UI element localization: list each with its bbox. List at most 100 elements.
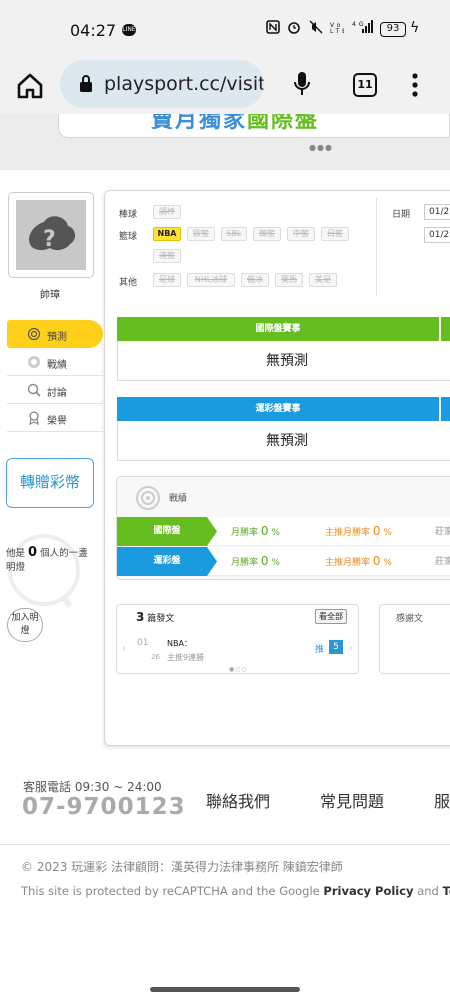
post-date-month: 01 xyxy=(137,638,149,648)
chip-nba[interactable]: NBA xyxy=(153,227,181,241)
faq-link[interactable]: 常見問題 xyxy=(320,788,384,812)
main-monthly-win-rate-intl: 主推月勝率 0 % xyxy=(325,524,392,538)
promo-banner[interactable]: 賣月獨家國際盤 xyxy=(58,114,450,138)
record-icon xyxy=(28,356,40,368)
chip-basketball-4[interactable]: 中籃 xyxy=(287,227,315,241)
sidebar-item-label: 預測 xyxy=(47,332,67,343)
status-icons: VoLTE 4G xyxy=(266,20,374,38)
record-box: 戰績 國際盤 月勝率 0 % 主推月勝率 0 % 莊家 運彩盤 月勝率 0 % … xyxy=(116,476,450,580)
posts-header: 3 篇發文 xyxy=(136,610,175,624)
filter-divider xyxy=(376,198,377,296)
service-phone-number[interactable]: 07-9700123 xyxy=(22,794,186,820)
home-icon[interactable] xyxy=(14,70,46,102)
sidebar-item-honors[interactable]: 榮譽 xyxy=(7,404,103,432)
target-icon xyxy=(27,327,41,341)
terms-link[interactable]: Te xyxy=(443,884,450,898)
push-label: 推 xyxy=(315,645,325,655)
overflow-menu-icon[interactable] xyxy=(411,72,419,98)
next-arrow-icon[interactable]: › xyxy=(349,643,353,654)
date-input-end[interactable]: 01/2 xyxy=(424,227,450,243)
banker-intl: 莊家 xyxy=(435,527,450,537)
league-filters: 棒球 讀棒 籃球 NBA 歐籃 SBL 韓籃 中籃 日籃 澳籃 其他 足球 NH… xyxy=(104,190,374,298)
post-title[interactable]: NBA： xyxy=(167,638,192,649)
follower-count: 0 xyxy=(28,545,38,560)
username: 帥璋 xyxy=(40,290,60,301)
chip-other-3[interactable]: 賽馬 xyxy=(275,273,303,287)
posts-box: 3 篇發文 看全部 ‹ 01 26 NBA： 主推9連勝 推 5 › ●○○ xyxy=(116,604,359,674)
banker-lottery: 莊家 xyxy=(435,557,450,567)
sidebar-item-record[interactable]: 戰績 xyxy=(7,348,103,376)
record-tag-lottery: 運彩盤 xyxy=(117,547,217,576)
svg-text:LTE: LTE xyxy=(330,28,344,34)
volte-icon: VoLTE xyxy=(330,22,346,35)
signal-icon: 4G xyxy=(352,20,373,33)
prev-arrow-icon[interactable]: ‹ xyxy=(122,643,126,654)
chip-basketball-3[interactable]: 韓籃 xyxy=(253,227,281,241)
avatar: ? xyxy=(16,200,86,270)
service-phone-label: 客服電話 09:30 ~ 24:00 xyxy=(23,780,162,794)
contact-link[interactable]: 聯絡我們 xyxy=(206,788,270,812)
tab-switcher-button[interactable]: 11 xyxy=(353,73,377,97)
svg-text:4G: 4G xyxy=(352,21,366,28)
unknown-user-icon: ? xyxy=(29,216,76,252)
status-bar: 04:27 LINE VoLTE 4G 93 ϟ xyxy=(0,0,450,58)
chip-basketball-6[interactable]: 澳籃 xyxy=(153,249,181,263)
recaptcha-notice: This site is protected by reCAPTCHA and … xyxy=(21,884,450,898)
chip-other-4[interactable]: 美足 xyxy=(309,273,337,287)
sidebar-item-discussion[interactable]: 討論 xyxy=(7,376,103,404)
nfc-icon xyxy=(266,20,280,34)
browser-toolbar: playsport.cc/visit 11 xyxy=(0,58,450,114)
main-content: ? 帥璋 預測 戰績 討論 榮譽 轉贈彩幣 他是 0 個人的一盞明燈 加入明燈 … xyxy=(0,170,450,770)
lock-icon xyxy=(80,75,92,92)
carousel-dots[interactable]: ●●● xyxy=(309,143,333,152)
service-link[interactable]: 服務 xyxy=(434,788,450,812)
filter-label-baseball: 棒球 xyxy=(119,210,138,220)
lottery-no-prediction: 無預測 xyxy=(117,421,450,461)
gift-coins-button[interactable]: 轉贈彩幣 xyxy=(6,458,94,508)
chip-basketball-5[interactable]: 日籃 xyxy=(321,227,349,241)
post-subtitle[interactable]: 主推9連勝 xyxy=(167,652,204,663)
chip-basketball-2[interactable]: SBL xyxy=(221,227,247,241)
thanks-header: 感謝文 xyxy=(396,614,424,624)
url-text: playsport.cc/visit xyxy=(104,73,264,95)
address-bar[interactable]: playsport.cc/visit xyxy=(60,60,264,108)
lottery-section-header: 運彩盤賽事 xyxy=(117,397,439,421)
posts-pagination-dots[interactable]: ●○○ xyxy=(229,666,248,673)
sidebar-item-predictions[interactable]: 預測 xyxy=(7,320,103,348)
add-light-button[interactable]: 加入明燈 xyxy=(7,608,43,642)
mute-icon xyxy=(309,20,323,34)
line-app-icon: LINE xyxy=(122,24,136,36)
charging-icon: ϟ xyxy=(410,20,420,36)
date-input-start[interactable]: 01/2 xyxy=(424,204,450,220)
record-tag-intl: 國際盤 xyxy=(117,517,217,546)
record-row-lottery: 運彩盤 月勝率 0 % 主推月勝率 0 % 莊家 xyxy=(117,547,450,576)
filter-label-basketball: 籃球 xyxy=(119,232,138,242)
monthly-win-rate-lottery: 月勝率 0 % xyxy=(231,554,280,568)
banner-text-green: 國際盤 xyxy=(247,114,320,133)
gesture-bar[interactable] xyxy=(150,987,300,992)
profile-card[interactable]: ? xyxy=(8,192,94,278)
sidebar-item-label: 討論 xyxy=(47,388,67,399)
search-icon xyxy=(27,383,41,397)
chip-other-0[interactable]: 足球 xyxy=(153,273,181,287)
intl-section-header-tail xyxy=(441,317,450,341)
microphone-icon[interactable] xyxy=(292,70,312,98)
main-monthly-win-rate-lottery: 主推月勝率 0 % xyxy=(325,554,392,568)
filter-label-other: 其他 xyxy=(119,278,138,288)
chip-basketball-1[interactable]: 歐籃 xyxy=(187,227,215,241)
record-row-intl: 國際盤 月勝率 0 % 主推月勝率 0 % 莊家 xyxy=(117,517,450,546)
date-label: 日期 xyxy=(392,210,411,220)
sidebar-item-label: 戰績 xyxy=(47,360,67,371)
privacy-policy-link[interactable]: Privacy Policy xyxy=(323,884,413,898)
sidebar-item-label: 榮譽 xyxy=(47,416,67,427)
chip-other-1[interactable]: NHL冰球 xyxy=(187,273,235,287)
view-all-button[interactable]: 看全部 xyxy=(315,609,347,624)
intl-no-prediction: 無預測 xyxy=(117,341,450,381)
chip-other-2[interactable]: 俄冰 xyxy=(241,273,269,287)
monthly-win-rate-intl: 月勝率 0 % xyxy=(231,524,280,538)
record-target-icon xyxy=(136,486,160,510)
record-title: 戰績 xyxy=(169,494,188,504)
intl-section-header: 國際盤賽事 xyxy=(117,317,439,341)
lottery-section-header-tail xyxy=(441,397,450,421)
chip-baseball-0[interactable]: 讀棒 xyxy=(153,205,181,219)
